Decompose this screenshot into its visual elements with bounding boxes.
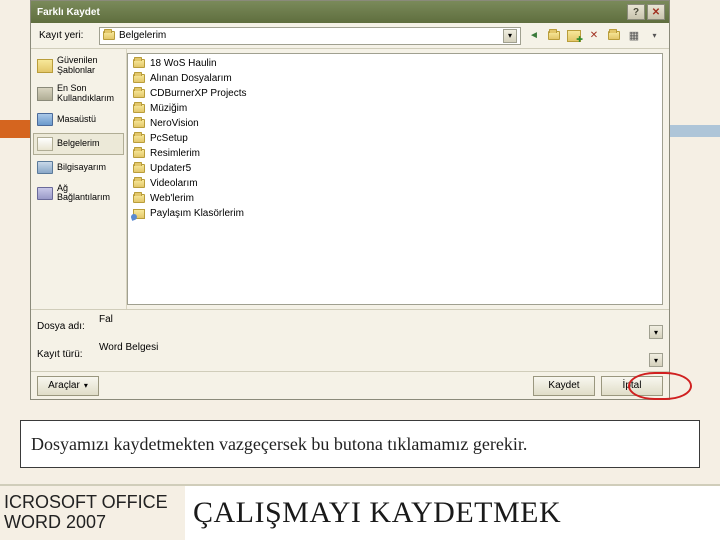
- list-item[interactable]: Müziğim: [130, 101, 660, 116]
- filename-input[interactable]: Fal ▾: [99, 314, 663, 339]
- footer-brand: ICROSOFT OFFICE WORD 2007: [0, 484, 185, 540]
- desktop-icon: [37, 112, 53, 128]
- list-item[interactable]: Resimlerim: [130, 146, 660, 161]
- list-item[interactable]: PcSetup: [130, 131, 660, 146]
- tools-dropdown-icon[interactable]: [645, 27, 663, 45]
- chevron-down-icon[interactable]: ▾: [649, 325, 663, 339]
- create-folder-icon[interactable]: [605, 27, 623, 45]
- folder-icon: [133, 89, 145, 98]
- sidebar-item-label: Belgelerim: [57, 139, 100, 149]
- folder-icon: [133, 59, 145, 68]
- list-item[interactable]: Updater5: [130, 161, 660, 176]
- folder-icon: [133, 164, 145, 173]
- filetype-label: Kayıt türü:: [37, 349, 95, 360]
- save-in-label: Kayıt yeri:: [37, 30, 95, 41]
- help-button[interactable]: ?: [627, 4, 645, 20]
- sidebar-item-label: Güvenilen Şablonlar: [57, 56, 120, 76]
- up-one-level-icon[interactable]: [545, 27, 563, 45]
- folder-icon: [133, 134, 145, 143]
- filetype-combo[interactable]: Word Belgesi ▾: [99, 342, 663, 367]
- folder-icon: [133, 74, 145, 83]
- titlebar[interactable]: Farklı Kaydet ? ✕: [31, 1, 669, 23]
- documents-icon: [37, 136, 53, 152]
- cancel-button[interactable]: İptal: [601, 376, 663, 396]
- list-item[interactable]: NeroVision: [130, 116, 660, 131]
- list-item[interactable]: 18 WoS Haulin: [130, 56, 660, 71]
- save-in-combo[interactable]: Belgelerim ▾: [99, 27, 521, 45]
- slide-footer: ICROSOFT OFFICE WORD 2007 ÇALIŞMAYI KAYD…: [0, 484, 720, 540]
- sidebar-item-label: Bilgisayarım: [57, 163, 106, 173]
- list-item[interactable]: CDBurnerXP Projects: [130, 86, 660, 101]
- sidebar-item-label: En Son Kullandıklarım: [57, 84, 120, 104]
- caption-text: Dosyamızı kaydetmekten vazgeçersek bu bu…: [31, 434, 527, 455]
- folder-icon: [133, 194, 145, 203]
- chevron-down-icon[interactable]: ▾: [649, 353, 663, 367]
- sidebar-item-recent[interactable]: En Son Kullandıklarım: [33, 81, 124, 107]
- sidebar-item-mycomputer[interactable]: Bilgisayarım: [33, 157, 124, 179]
- save-as-dialog: Farklı Kaydet ? ✕ Kayıt yeri: Belgelerim…: [30, 0, 670, 400]
- folder-icon: [133, 119, 145, 128]
- sidebar-item-mydocs[interactable]: Belgelerim: [33, 133, 124, 155]
- list-item[interactable]: Web'lerim: [130, 191, 660, 206]
- computer-icon: [37, 160, 53, 176]
- recent-icon: [37, 86, 53, 102]
- location-bar: Kayıt yeri: Belgelerim ▾: [31, 23, 669, 49]
- dialog-title: Farklı Kaydet: [35, 7, 625, 18]
- caption-box: Dosyamızı kaydetmekten vazgeçersek bu bu…: [20, 420, 700, 468]
- network-icon: [37, 185, 53, 201]
- new-folder-icon[interactable]: [565, 27, 583, 45]
- sidebar-item-label: Masaüstü: [57, 115, 96, 125]
- list-item[interactable]: Paylaşım Klasörlerim: [130, 206, 660, 221]
- file-list[interactable]: 18 WoS Haulin Alınan Dosyalarım CDBurner…: [127, 53, 663, 305]
- places-sidebar: Güvenilen Şablonlar En Son Kullandıkları…: [31, 49, 127, 309]
- toolbar-icons: [525, 27, 663, 45]
- folder-icon: [103, 31, 115, 40]
- folder-icon: [133, 104, 145, 113]
- slide-heading: ÇALIŞMAYI KAYDETMEK: [185, 484, 720, 540]
- sidebar-item-label: Ağ Bağlantılarım: [57, 184, 120, 204]
- back-icon[interactable]: [525, 27, 543, 45]
- folder-icon: [133, 179, 145, 188]
- sidebar-item-desktop[interactable]: Masaüstü: [33, 109, 124, 131]
- filename-value: Fal: [99, 314, 113, 325]
- save-in-value: Belgelerim: [119, 30, 166, 41]
- filetype-value: Word Belgesi: [99, 342, 158, 353]
- views-icon[interactable]: [625, 27, 643, 45]
- chevron-down-icon[interactable]: ▾: [503, 29, 517, 43]
- delete-icon[interactable]: [585, 27, 603, 45]
- sidebar-item-network[interactable]: Ağ Bağlantılarım: [33, 181, 124, 207]
- close-button[interactable]: ✕: [647, 4, 665, 20]
- shared-folder-icon: [133, 209, 145, 219]
- list-item[interactable]: Alınan Dosyalarım: [130, 71, 660, 86]
- sidebar-item-trusted[interactable]: Güvenilen Şablonlar: [33, 53, 124, 79]
- filename-label: Dosya adı:: [37, 321, 95, 332]
- list-item[interactable]: Videolarım: [130, 176, 660, 191]
- folder-icon: [133, 149, 145, 158]
- trusted-templates-icon: [37, 58, 53, 74]
- tools-button[interactable]: Araçlar▾: [37, 376, 99, 396]
- save-button[interactable]: Kaydet: [533, 376, 595, 396]
